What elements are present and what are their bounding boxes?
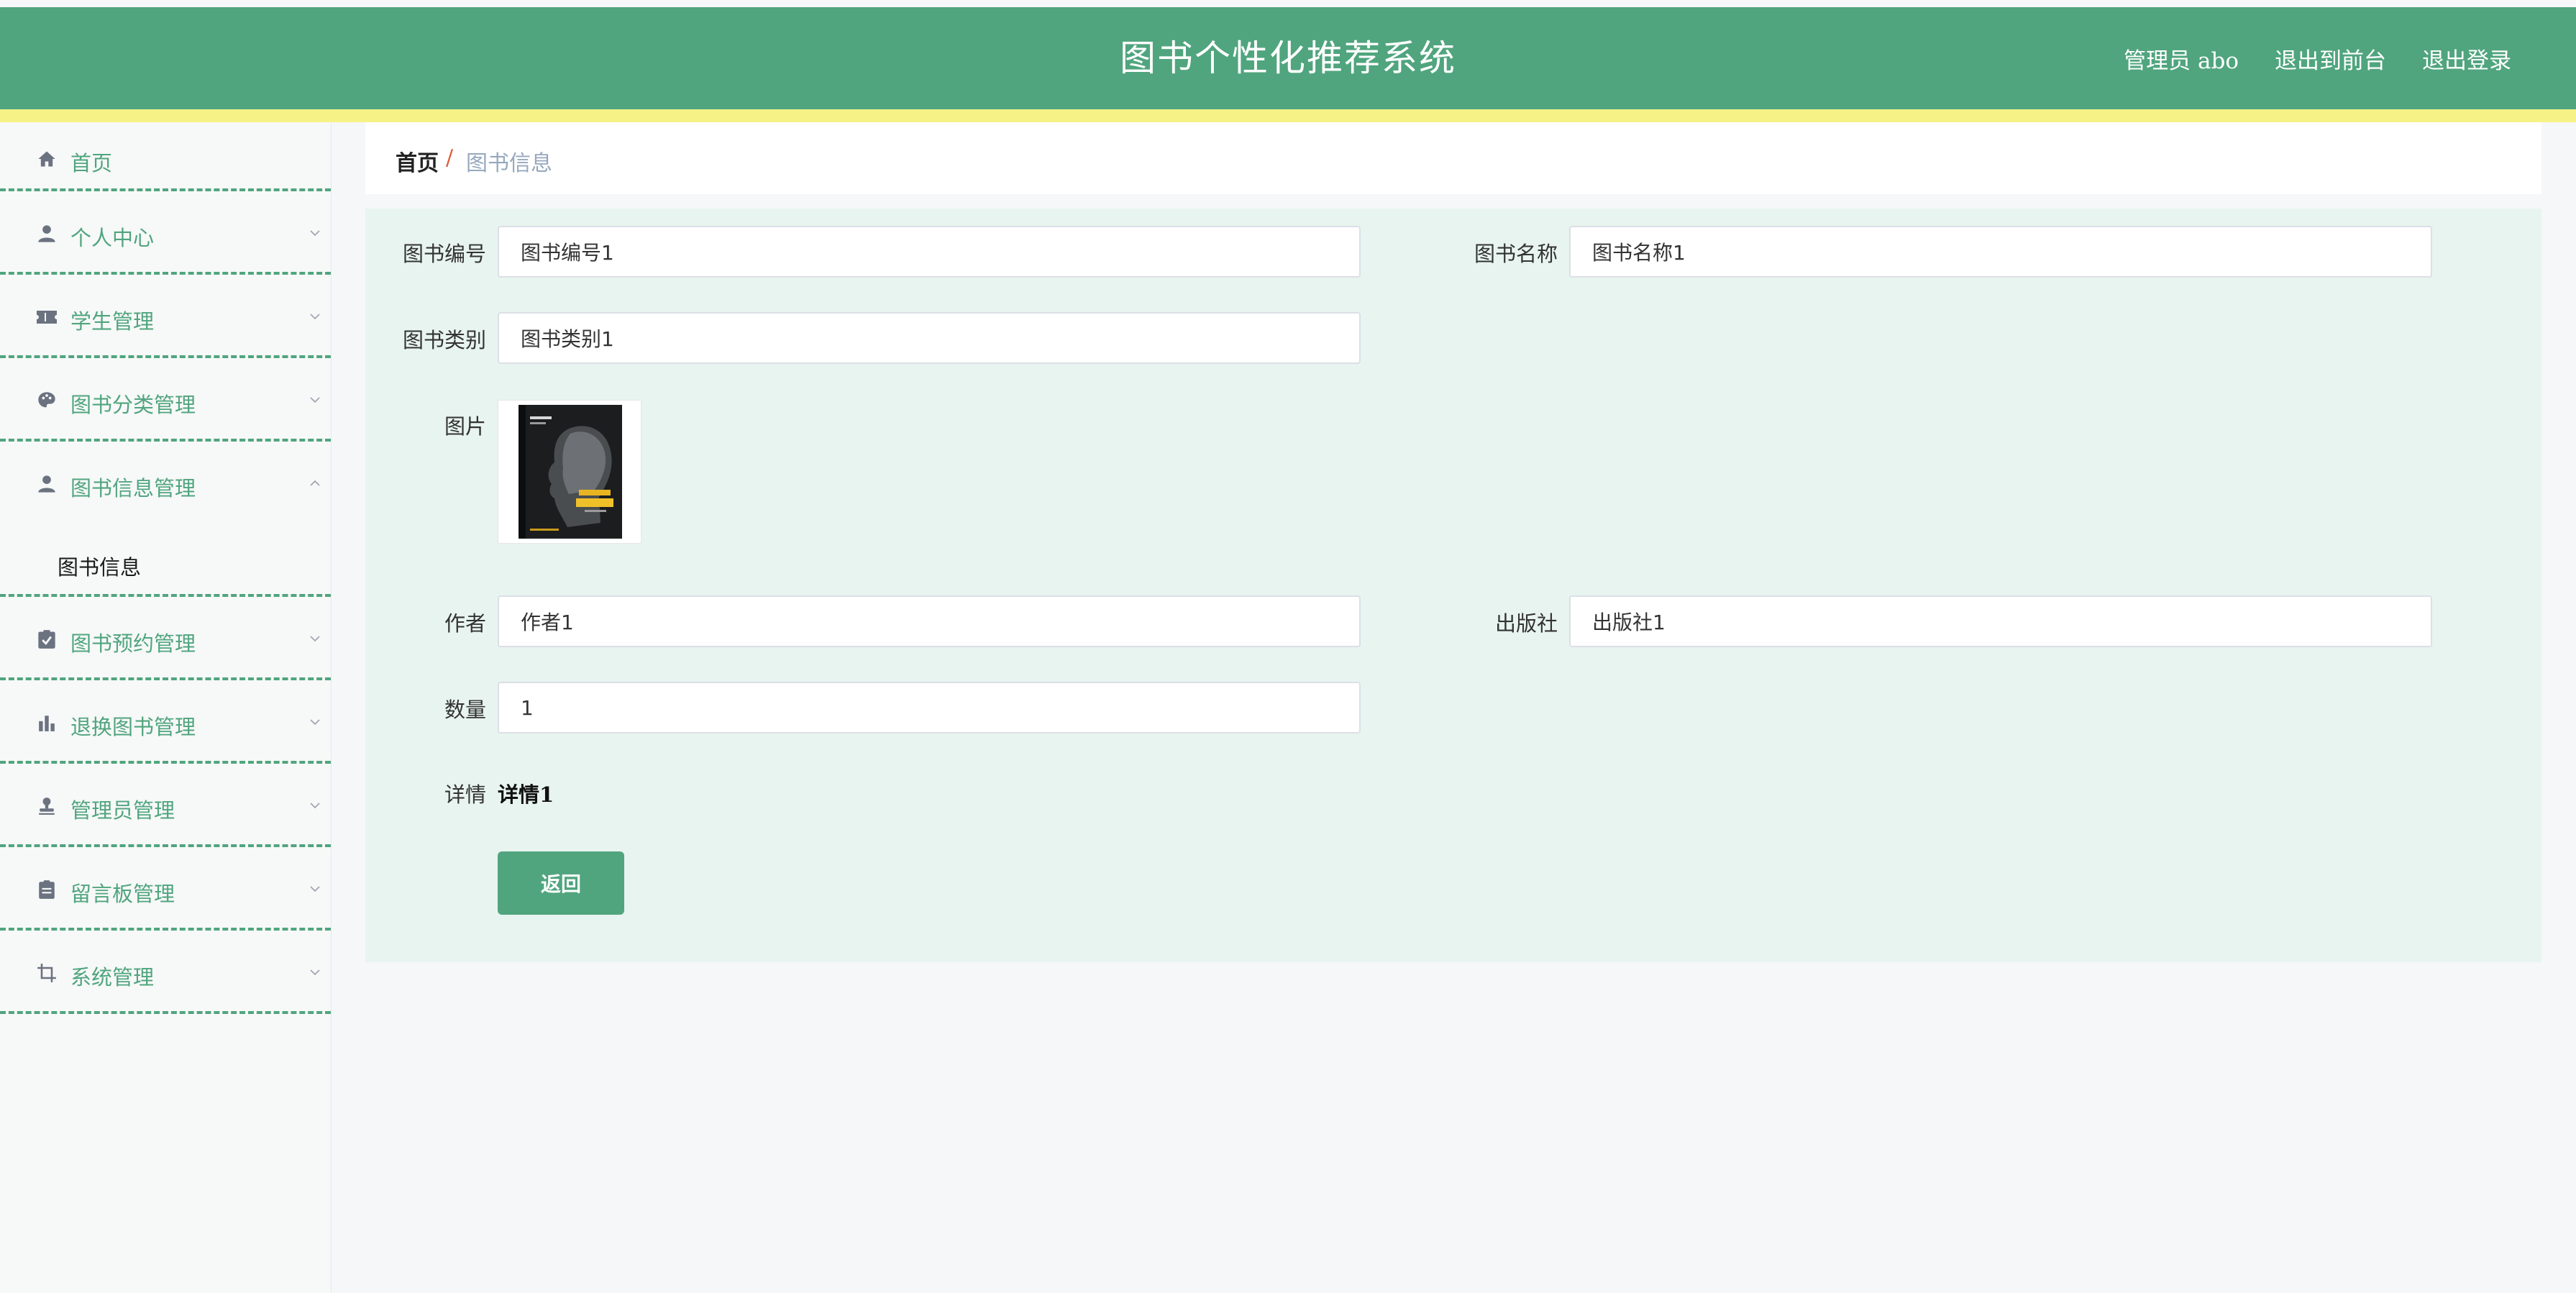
sidebar-item-admin-management[interactable]: 管理员管理	[0, 764, 331, 847]
detail-label: 详情	[444, 782, 486, 807]
category-field[interactable]	[498, 312, 1361, 364]
image-label: 图片	[444, 414, 486, 439]
book-no-label: 图书编号	[402, 242, 486, 266]
chevron-down-icon	[310, 230, 320, 237]
publisher-label: 出版社	[1494, 611, 1558, 636]
book-name-field[interactable]	[1569, 226, 2432, 278]
sidebar-item-label: 系统管理	[70, 965, 155, 990]
ticket-icon	[36, 306, 58, 328]
admin-user-label[interactable]: 管理员 abo	[2124, 42, 2239, 75]
app-root: 图书个性化推荐系统 管理员 abo 退出到前台 退出登录 首页 个人中心 学生管…	[0, 0, 2576, 1293]
sidebar-item-label: 留言板管理	[70, 882, 175, 906]
crop-icon	[36, 962, 58, 984]
submenu-item-label: 图书信息	[58, 555, 142, 580]
chevron-down-icon	[310, 397, 320, 403]
sidebar-item-return-management[interactable]: 退换图书管理	[0, 680, 331, 764]
category-label: 图书类别	[402, 328, 486, 352]
author-label: 作者	[444, 611, 486, 636]
sidebar-item-message-board[interactable]: 留言板管理	[0, 847, 331, 931]
sidebar-item-category-management[interactable]: 图书分类管理	[0, 358, 331, 442]
header-user-links: 管理员 abo 退出到前台 退出登录	[2124, 7, 2511, 109]
sidebar-item-label: 图书预约管理	[70, 631, 196, 656]
breadcrumb-current: 图书信息	[466, 151, 552, 176]
chevron-down-icon	[310, 969, 320, 976]
sidebar-item-reservation-management[interactable]: 图书预约管理	[0, 597, 331, 680]
chevron-down-icon	[310, 886, 320, 892]
author-field[interactable]	[498, 595, 1361, 647]
sidebar-item-label: 图书分类管理	[70, 393, 196, 417]
sidebar-item-student-management[interactable]: 学生管理	[0, 275, 331, 358]
sidebar-item-home[interactable]: 首页	[0, 122, 331, 191]
back-to-front-link[interactable]: 退出到前台	[2275, 42, 2386, 75]
publisher-field[interactable]	[1569, 595, 2432, 647]
chevron-down-icon	[310, 803, 320, 809]
header-accent-bar	[0, 109, 2576, 122]
quantity-field[interactable]	[498, 682, 1361, 734]
sidebar-item-system-management[interactable]: 系统管理	[0, 931, 331, 1014]
sidebar-item-label: 个人中心	[70, 226, 155, 250]
sidebar-item-label: 图书信息管理	[70, 476, 196, 501]
sidebar-item-book-info-management[interactable]: 图书信息管理 图书信息	[0, 442, 331, 597]
person-icon	[36, 473, 58, 495]
stamp-icon	[36, 795, 58, 817]
book-detail-form: 图书编号 图书名称 图书类别 图片 作者 出版社	[365, 209, 2541, 962]
top-header: 图书个性化推荐系统 管理员 abo 退出到前台 退出登录	[0, 7, 2576, 109]
breadcrumb-separator: /	[446, 145, 454, 170]
sidebar: 首页 个人中心 学生管理 图书分类管理 图书信息管理 图书信息 图书预约管理 退…	[0, 122, 332, 1293]
chevron-up-icon	[310, 480, 320, 486]
clipboard-icon	[36, 879, 58, 900]
breadcrumb: 首页 / 图书信息	[365, 122, 2541, 194]
chevron-down-icon	[310, 719, 320, 726]
sidebar-item-label: 学生管理	[70, 309, 155, 334]
bar-chart-icon	[36, 712, 58, 734]
sidebar-item-personal-center[interactable]: 个人中心	[0, 191, 331, 275]
sidebar-item-label: 退换图书管理	[70, 715, 196, 739]
quantity-label: 数量	[444, 698, 486, 722]
book-cover-image[interactable]	[498, 400, 641, 544]
user-icon	[36, 223, 58, 245]
home-icon	[36, 148, 58, 170]
sidebar-item-label: 首页	[70, 151, 113, 175]
back-button[interactable]: 返回	[498, 851, 624, 915]
sidebar-item-label: 管理员管理	[70, 798, 175, 823]
logout-link[interactable]: 退出登录	[2422, 42, 2511, 75]
chevron-down-icon	[310, 314, 320, 320]
book-name-label: 图书名称	[1474, 242, 1558, 266]
palette-icon	[36, 390, 58, 411]
clipboard-check-icon	[36, 629, 58, 650]
chevron-down-icon	[310, 636, 320, 642]
book-no-field[interactable]	[498, 226, 1361, 278]
detail-value: 详情1	[498, 782, 554, 807]
breadcrumb-home-link[interactable]: 首页	[396, 145, 439, 177]
submenu-item-book-info[interactable]: 图书信息	[0, 542, 331, 585]
